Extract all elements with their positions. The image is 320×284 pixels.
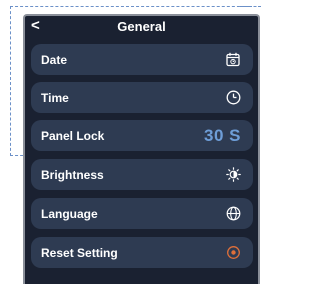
page-title: General (117, 19, 166, 34)
device-screen: < General Date Time Panel Lock 30 S Brig… (23, 14, 260, 284)
row-label-date: Date (41, 52, 68, 67)
panel-lock-value: 30 S (204, 125, 241, 145)
row-label-time: Time (41, 90, 69, 105)
settings-row-reset-setting[interactable]: Reset Setting (31, 237, 253, 268)
brightness-icon (225, 167, 241, 183)
settings-row-panel-lock[interactable]: Panel Lock 30 S (31, 120, 253, 151)
settings-row-date[interactable]: Date (31, 44, 253, 75)
header-bar: < General (25, 16, 258, 38)
calendar-icon (225, 52, 241, 68)
row-label-language: Language (41, 206, 98, 221)
row-label-brightness: Brightness (41, 167, 104, 182)
dashed-guide-top-extension (240, 6, 261, 7)
settings-row-language[interactable]: Language (31, 198, 253, 229)
reset-icon (225, 245, 241, 261)
globe-icon (225, 206, 241, 222)
settings-row-time[interactable]: Time (31, 82, 253, 113)
clock-icon (225, 90, 241, 106)
settings-row-brightness[interactable]: Brightness (31, 159, 253, 190)
row-label-panel-lock: Panel Lock (41, 128, 105, 143)
row-label-reset-setting: Reset Setting (41, 245, 118, 260)
